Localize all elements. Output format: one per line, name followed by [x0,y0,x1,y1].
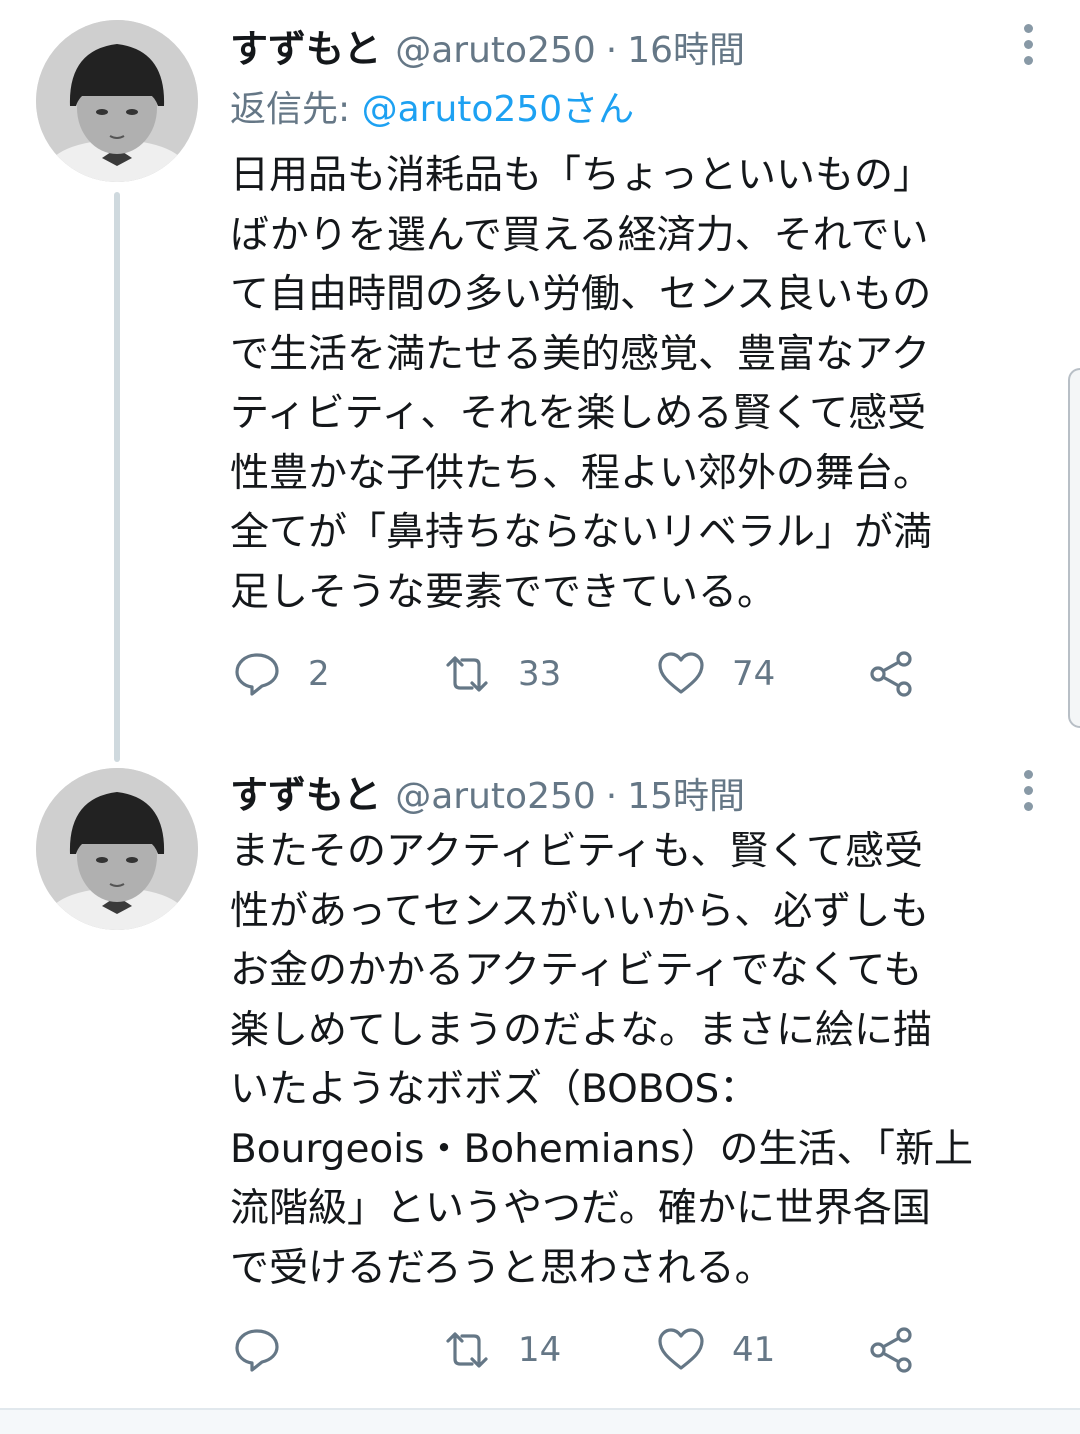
reply-button[interactable]: 2 [232,646,330,702]
separator-dot: · [605,776,618,817]
retweet-count: 14 [518,1330,562,1370]
retweet-button[interactable]: 33 [442,646,561,702]
share-button[interactable] [866,646,916,702]
timestamp[interactable]: 16時間 [627,21,745,73]
reply-button[interactable] [232,1322,308,1378]
like-icon [658,652,704,694]
tweet-text: またそのアクティビティも、賢くて感受 性があってセンスがいいから、必ずしも お金… [230,829,974,1291]
reply-icon [235,653,279,696]
tweet-2[interactable]: すずもと @aruto250 · 15時間 またそのアクティビティも、賢くて感受… [0,760,1080,1400]
like-count: 41 [732,1330,776,1370]
reply-to-mention[interactable]: @aruto250さん [362,89,635,130]
retweet-icon [446,1332,488,1368]
like-icon [658,1328,704,1370]
separator-dot: · [605,30,618,71]
like-count: 74 [732,654,776,694]
like-button[interactable]: 41 [656,1322,775,1378]
avatar[interactable] [36,20,198,182]
like-button[interactable]: 74 [656,646,775,702]
more-vertical-icon[interactable] [1022,770,1034,814]
share-icon [870,651,912,697]
scrollbar-thumb[interactable] [1068,368,1080,728]
tweet-header: すずもと @aruto250 · 16時間 [230,18,745,78]
more-vertical-icon[interactable] [1022,24,1034,68]
timestamp[interactable]: 15時間 [627,767,745,819]
user-handle[interactable]: @aruto250 [395,776,596,817]
reply-to-label: 返信先: [230,89,351,130]
display-name[interactable]: すずもと [230,764,381,819]
reply-to-line: 返信先: @aruto250さん [230,80,634,132]
action-bar: 14 41 [230,1322,950,1378]
tweet-text: 日用品も消耗品も「ちょっといいもの」 ばかりを選んで買える経済力、それでい て自… [230,153,933,615]
share-icon [870,1327,912,1373]
action-bar: 2 33 74 [230,646,950,702]
tweet-1[interactable]: すずもと @aruto250 · 16時間 返信先: @aruto250さん 日… [0,0,1080,760]
retweet-icon [446,656,488,692]
tweet-header: すずもと @aruto250 · 15時間 [230,764,745,824]
bottom-divider [0,1408,1080,1434]
user-handle[interactable]: @aruto250 [395,30,596,71]
retweet-button[interactable]: 14 [442,1322,561,1378]
retweet-count: 33 [518,654,562,694]
avatar[interactable] [36,768,198,930]
display-name[interactable]: すずもと [230,18,381,73]
reply-count: 2 [308,654,330,694]
share-button[interactable] [866,1322,916,1378]
reply-icon [235,1329,279,1372]
